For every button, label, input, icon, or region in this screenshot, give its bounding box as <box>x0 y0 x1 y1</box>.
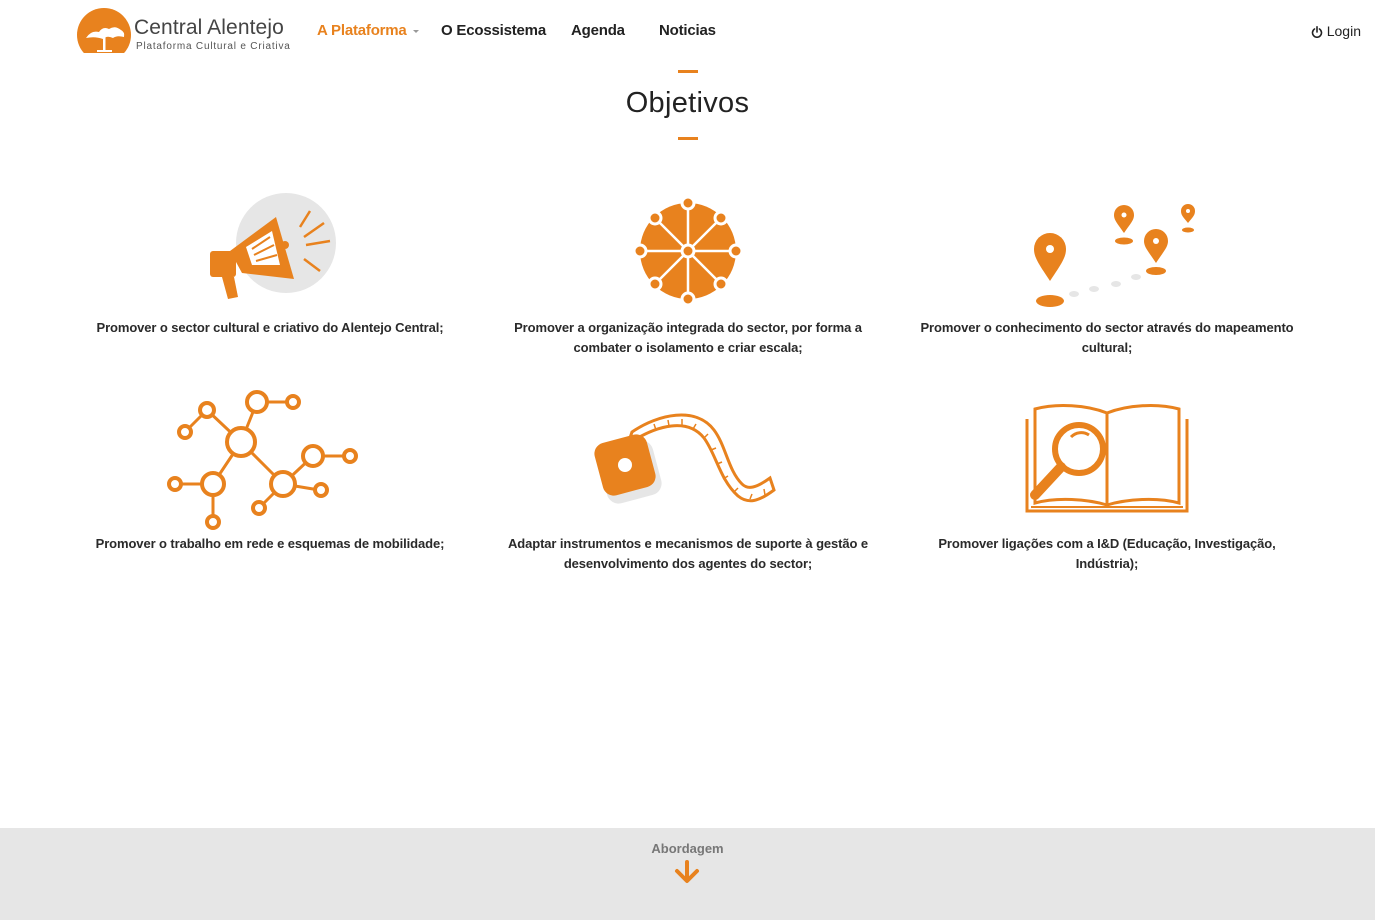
chevron-down-icon <box>412 29 419 33</box>
abordagem-label: Abordagem <box>651 841 724 856</box>
nav-item-o-ecossistema[interactable]: O Ecossistema <box>441 22 546 39</box>
objective-text: Adaptar instrumentos e mecanismos de sup… <box>507 536 869 571</box>
title-rule-bottom <box>677 137 698 140</box>
objective-item: Promover o conhecimento do sector atravé… <box>907 188 1307 358</box>
abordagem-link[interactable]: Abordagem <box>651 841 724 884</box>
objective-item: Promover a organização integrada do sect… <box>488 188 888 358</box>
page-title: Objetivos <box>625 87 750 119</box>
brand-title: Central Alentejo <box>134 16 284 39</box>
header: Central Alentejo Plataforma Cultural e C… <box>0 0 1375 64</box>
objective-item: Promover ligações com a I&D (Educação, I… <box>907 384 1307 574</box>
objective-item: Promover o sector cultural e criativo do… <box>70 188 470 338</box>
nav-item-a-plataforma[interactable]: A Plataforma <box>317 22 419 39</box>
book-magnifier-icon <box>1025 404 1189 513</box>
nav-item-agenda[interactable]: Agenda <box>571 22 625 39</box>
objective-item: Promover o trabalho em rede e esquemas d… <box>70 384 470 554</box>
objective-text: Promover ligações com a I&D (Educação, I… <box>938 536 1276 571</box>
nav-item-noticias[interactable]: Noticias <box>659 22 716 39</box>
objective-text: Promover o sector cultural e criativo do… <box>96 320 444 335</box>
section-header: Objetivos <box>0 70 1375 140</box>
objective-text: Promover a organização integrada do sect… <box>514 320 862 355</box>
map-pins-icon <box>1034 204 1195 307</box>
objective-text: Promover o trabalho em rede e esquemas d… <box>95 536 445 551</box>
brand-subtitle: Plataforma Cultural e Criativa <box>136 41 291 52</box>
objective-item: Adaptar instrumentos e mecanismos de sup… <box>488 384 888 574</box>
logo-link[interactable]: Central Alentejo Plataforma Cultural e C… <box>77 8 290 58</box>
login-label: Login <box>1326 23 1361 39</box>
molecule-network-icon <box>167 390 358 530</box>
measuring-tape-icon <box>594 413 776 504</box>
arrow-down-icon <box>675 860 700 883</box>
title-rule-top <box>677 70 698 73</box>
login-button[interactable]: Login <box>1311 23 1361 39</box>
footer-section-nav: Abordagem <box>0 828 1375 920</box>
logo-icon <box>77 8 133 58</box>
objective-text: Promover o conhecimento do sector atravé… <box>920 320 1294 355</box>
network-wheel-icon <box>632 195 744 307</box>
power-icon <box>1311 26 1322 38</box>
megaphone-icon <box>210 193 336 299</box>
nav-item-label: A Plataforma <box>317 22 407 39</box>
